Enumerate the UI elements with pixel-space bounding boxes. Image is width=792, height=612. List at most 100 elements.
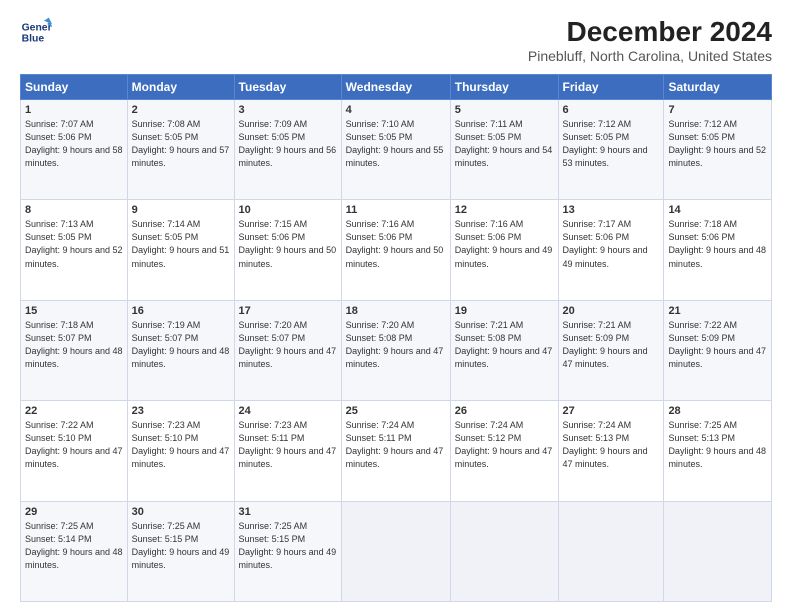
main-title: December 2024 <box>528 16 772 48</box>
logo-icon: General Blue <box>20 16 52 48</box>
table-cell: 19 Sunrise: 7:21 AMSunset: 5:08 PMDayligh… <box>450 300 558 400</box>
table-cell: 28 Sunrise: 7:25 AMSunset: 5:13 PMDayligh… <box>664 401 772 501</box>
day-info: Sunrise: 7:23 AMSunset: 5:11 PMDaylight:… <box>239 420 337 469</box>
table-cell: 15Sunrise: 7:18 AMSunset: 5:07 PMDayligh… <box>21 300 128 400</box>
calendar-header-row: Sunday Monday Tuesday Wednesday Thursday… <box>21 75 772 100</box>
day-number: 18 <box>346 305 446 317</box>
day-number: 9 <box>132 204 230 216</box>
day-info: Sunrise: 7:16 AMSunset: 5:06 PMDaylight:… <box>346 219 444 268</box>
day-info: Sunrise: 7:17 AMSunset: 5:06 PMDaylight:… <box>563 219 648 268</box>
table-cell: 16 Sunrise: 7:19 AMSunset: 5:07 PMDayligh… <box>127 300 234 400</box>
day-info: Sunrise: 7:23 AMSunset: 5:10 PMDaylight:… <box>132 420 230 469</box>
col-wednesday: Wednesday <box>341 75 450 100</box>
col-tuesday: Tuesday <box>234 75 341 100</box>
day-info: Sunrise: 7:08 AMSunset: 5:05 PMDaylight:… <box>132 119 230 168</box>
day-info: Sunrise: 7:12 AMSunset: 5:05 PMDaylight:… <box>563 119 648 168</box>
title-block: December 2024 Pinebluff, North Carolina,… <box>528 16 772 64</box>
day-number: 26 <box>455 405 554 417</box>
day-number: 19 <box>455 305 554 317</box>
day-number: 11 <box>346 204 446 216</box>
table-cell: 11 Sunrise: 7:16 AMSunset: 5:06 PMDayligh… <box>341 200 450 300</box>
day-number: 17 <box>239 305 337 317</box>
logo: General Blue <box>20 16 52 48</box>
day-info: Sunrise: 7:25 AMSunset: 5:14 PMDaylight:… <box>25 521 123 570</box>
table-cell: 24 Sunrise: 7:23 AMSunset: 5:11 PMDayligh… <box>234 401 341 501</box>
day-number: 1 <box>25 104 123 116</box>
col-saturday: Saturday <box>664 75 772 100</box>
calendar-week-2: 8Sunrise: 7:13 AMSunset: 5:05 PMDaylight… <box>21 200 772 300</box>
day-info: Sunrise: 7:07 AMSunset: 5:06 PMDaylight:… <box>25 119 123 168</box>
table-cell: 7 Sunrise: 7:12 AMSunset: 5:05 PMDaylight… <box>664 100 772 200</box>
day-number: 20 <box>563 305 660 317</box>
table-cell <box>341 501 450 601</box>
day-info: Sunrise: 7:14 AMSunset: 5:05 PMDaylight:… <box>132 219 230 268</box>
day-number: 2 <box>132 104 230 116</box>
day-info: Sunrise: 7:25 AMSunset: 5:15 PMDaylight:… <box>239 521 337 570</box>
table-cell: 2 Sunrise: 7:08 AMSunset: 5:05 PMDaylight… <box>127 100 234 200</box>
table-cell: 10Sunrise: 7:15 AMSunset: 5:06 PMDayligh… <box>234 200 341 300</box>
day-info: Sunrise: 7:10 AMSunset: 5:05 PMDaylight:… <box>346 119 444 168</box>
table-cell: 26 Sunrise: 7:24 AMSunset: 5:12 PMDayligh… <box>450 401 558 501</box>
day-info: Sunrise: 7:24 AMSunset: 5:13 PMDaylight:… <box>563 420 648 469</box>
day-info: Sunrise: 7:20 AMSunset: 5:08 PMDaylight:… <box>346 320 444 369</box>
table-cell: 17 Sunrise: 7:20 AMSunset: 5:07 PMDayligh… <box>234 300 341 400</box>
day-number: 14 <box>668 204 767 216</box>
day-info: Sunrise: 7:18 AMSunset: 5:06 PMDaylight:… <box>668 219 766 268</box>
table-cell: 27Sunrise: 7:24 AMSunset: 5:13 PMDayligh… <box>558 401 664 501</box>
table-cell: 5 Sunrise: 7:11 AMSunset: 5:05 PMDaylight… <box>450 100 558 200</box>
day-number: 23 <box>132 405 230 417</box>
table-cell <box>558 501 664 601</box>
day-number: 5 <box>455 104 554 116</box>
table-cell: 12 Sunrise: 7:16 AMSunset: 5:06 PMDayligh… <box>450 200 558 300</box>
day-info: Sunrise: 7:12 AMSunset: 5:05 PMDaylight:… <box>668 119 766 168</box>
day-number: 31 <box>239 506 337 518</box>
day-info: Sunrise: 7:24 AMSunset: 5:11 PMDaylight:… <box>346 420 444 469</box>
table-cell: 25 Sunrise: 7:24 AMSunset: 5:11 PMDayligh… <box>341 401 450 501</box>
table-cell: 20Sunrise: 7:21 AMSunset: 5:09 PMDayligh… <box>558 300 664 400</box>
day-number: 30 <box>132 506 230 518</box>
day-number: 6 <box>563 104 660 116</box>
table-cell: 1 Sunrise: 7:07 AMSunset: 5:06 PMDaylight… <box>21 100 128 200</box>
table-cell: 14 Sunrise: 7:18 AMSunset: 5:06 PMDayligh… <box>664 200 772 300</box>
day-number: 22 <box>25 405 123 417</box>
calendar-table: Sunday Monday Tuesday Wednesday Thursday… <box>20 74 772 602</box>
day-info: Sunrise: 7:22 AMSunset: 5:09 PMDaylight:… <box>668 320 766 369</box>
header: General Blue December 2024 Pinebluff, No… <box>20 16 772 64</box>
day-number: 10 <box>239 204 337 216</box>
day-info: Sunrise: 7:25 AMSunset: 5:15 PMDaylight:… <box>132 521 230 570</box>
table-cell: 3 Sunrise: 7:09 AMSunset: 5:05 PMDaylight… <box>234 100 341 200</box>
day-number: 28 <box>668 405 767 417</box>
day-number: 16 <box>132 305 230 317</box>
day-number: 3 <box>239 104 337 116</box>
day-info: Sunrise: 7:25 AMSunset: 5:13 PMDaylight:… <box>668 420 766 469</box>
table-cell: 29 Sunrise: 7:25 AMSunset: 5:14 PMDayligh… <box>21 501 128 601</box>
day-info: Sunrise: 7:09 AMSunset: 5:05 PMDaylight:… <box>239 119 337 168</box>
col-friday: Friday <box>558 75 664 100</box>
table-cell <box>664 501 772 601</box>
subtitle: Pinebluff, North Carolina, United States <box>528 48 772 64</box>
day-number: 12 <box>455 204 554 216</box>
table-cell <box>450 501 558 601</box>
day-number: 29 <box>25 506 123 518</box>
day-info: Sunrise: 7:19 AMSunset: 5:07 PMDaylight:… <box>132 320 230 369</box>
day-number: 24 <box>239 405 337 417</box>
day-number: 4 <box>346 104 446 116</box>
table-cell: 18 Sunrise: 7:20 AMSunset: 5:08 PMDayligh… <box>341 300 450 400</box>
table-cell: 8Sunrise: 7:13 AMSunset: 5:05 PMDaylight… <box>21 200 128 300</box>
day-number: 7 <box>668 104 767 116</box>
day-info: Sunrise: 7:18 AMSunset: 5:07 PMDaylight:… <box>25 320 123 369</box>
table-cell: 22Sunrise: 7:22 AMSunset: 5:10 PMDayligh… <box>21 401 128 501</box>
svg-text:Blue: Blue <box>22 34 45 45</box>
day-info: Sunrise: 7:21 AMSunset: 5:08 PMDaylight:… <box>455 320 553 369</box>
day-info: Sunrise: 7:16 AMSunset: 5:06 PMDaylight:… <box>455 219 553 268</box>
table-cell: 21Sunrise: 7:22 AMSunset: 5:09 PMDayligh… <box>664 300 772 400</box>
calendar-week-4: 22Sunrise: 7:22 AMSunset: 5:10 PMDayligh… <box>21 401 772 501</box>
day-info: Sunrise: 7:13 AMSunset: 5:05 PMDaylight:… <box>25 219 123 268</box>
calendar-week-1: 1 Sunrise: 7:07 AMSunset: 5:06 PMDaylight… <box>21 100 772 200</box>
table-cell: 31 Sunrise: 7:25 AMSunset: 5:15 PMDayligh… <box>234 501 341 601</box>
day-number: 25 <box>346 405 446 417</box>
day-info: Sunrise: 7:20 AMSunset: 5:07 PMDaylight:… <box>239 320 337 369</box>
day-info: Sunrise: 7:11 AMSunset: 5:05 PMDaylight:… <box>455 119 553 168</box>
day-info: Sunrise: 7:24 AMSunset: 5:12 PMDaylight:… <box>455 420 553 469</box>
col-sunday: Sunday <box>21 75 128 100</box>
